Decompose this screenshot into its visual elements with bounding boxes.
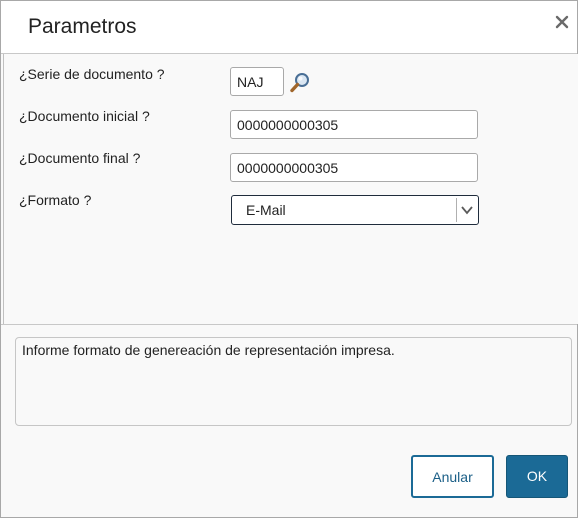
documento-final-input[interactable]: [230, 153, 478, 182]
select-divider: [456, 198, 457, 222]
divider: [1, 324, 577, 325]
cancel-button[interactable]: Anular: [411, 455, 494, 498]
dialog-header: Parametros: [1, 1, 577, 54]
parameters-dialog: Parametros ¿Serie de documento ? ¿Docume…: [0, 0, 578, 518]
documento-inicial-input[interactable]: [230, 110, 478, 139]
formato-select[interactable]: E-Mail: [231, 195, 479, 225]
dialog-title: Parametros: [28, 15, 137, 38]
documento-final-label: ¿Documento final ?: [19, 150, 141, 166]
form-area: ¿Serie de documento ? ¿Documento inicial…: [3, 54, 578, 324]
serie-label: ¿Serie de documento ?: [19, 66, 165, 82]
serie-input[interactable]: [230, 67, 284, 96]
formato-selected-value: E-Mail: [246, 202, 286, 218]
help-text-box: Informe formato de genereación de repres…: [15, 337, 572, 426]
documento-inicial-label: ¿Documento inicial ?: [19, 108, 150, 124]
formato-label: ¿Formato ?: [19, 192, 92, 208]
chevron-down-icon[interactable]: [460, 204, 474, 216]
close-icon[interactable]: [554, 14, 570, 30]
ok-button[interactable]: OK: [506, 455, 568, 498]
search-icon[interactable]: [289, 72, 311, 94]
